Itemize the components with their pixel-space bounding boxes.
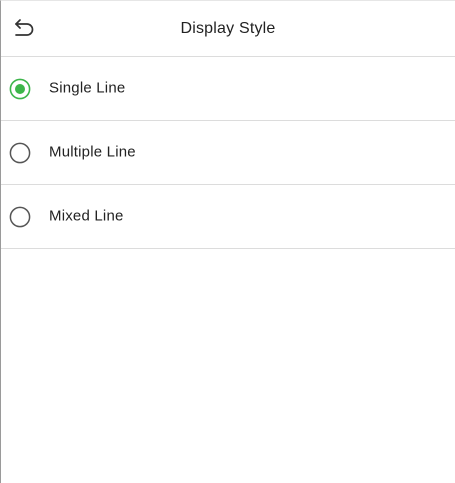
page-title: Display Style	[180, 19, 276, 37]
back-button[interactable]	[9, 15, 37, 43]
header-bar: Display Style	[1, 1, 455, 57]
radio-multiple-line[interactable]	[9, 142, 31, 164]
option-label: Single Line	[49, 78, 126, 96]
option-mixed-line[interactable]: Mixed Line	[1, 185, 455, 249]
radio-single-line[interactable]	[9, 78, 31, 100]
display-style-screen: Display Style Single Line Multiple Line …	[0, 0, 455, 483]
back-arrow-icon	[15, 19, 34, 36]
radio-unselected-icon	[9, 206, 31, 227]
option-label: Multiple Line	[49, 142, 136, 160]
radio-selected-icon	[9, 78, 31, 99]
option-single-line[interactable]: Single Line	[1, 57, 455, 121]
option-multiple-line[interactable]: Multiple Line	[1, 121, 455, 185]
option-label: Mixed Line	[49, 206, 124, 224]
radio-mixed-line[interactable]	[9, 206, 31, 228]
radio-unselected-icon	[9, 142, 31, 163]
